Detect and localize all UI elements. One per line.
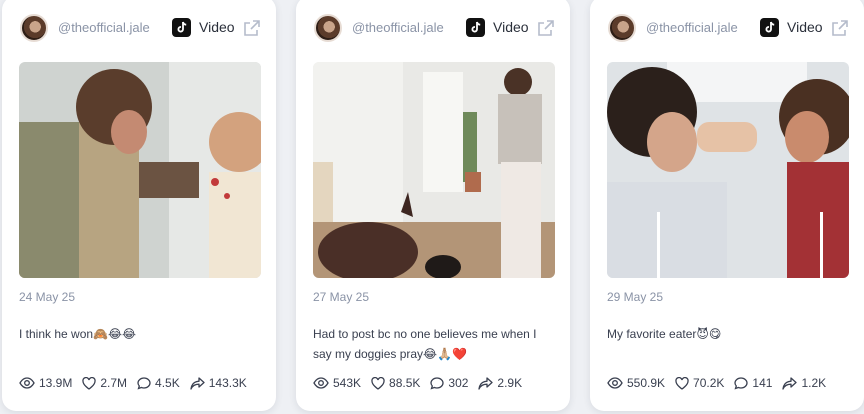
comments-stat: 141 — [734, 376, 772, 390]
external-link-icon[interactable] — [243, 19, 261, 37]
post-date: 24 May 25 — [19, 290, 76, 304]
tiktok-icon — [172, 18, 191, 37]
post-caption: Had to post bc no one believes me when I… — [313, 327, 537, 361]
shares-stat: 2.9K — [478, 376, 522, 390]
video-thumbnail[interactable] — [19, 62, 261, 278]
heart-icon — [675, 376, 689, 390]
username[interactable]: @theofficial.jale — [646, 20, 738, 35]
post-card[interactable]: @theofficial.jale Video 24 May 25 I thin… — [2, 0, 276, 411]
likes-stat: 70.2K — [675, 376, 724, 390]
comments-stat: 4.5K — [137, 376, 180, 390]
share-icon — [190, 376, 205, 390]
views-count: 550.9K — [627, 376, 666, 390]
post-type-label: Video — [199, 19, 235, 35]
shares-count: 143.3K — [208, 376, 247, 390]
likes-count: 2.7M — [100, 376, 128, 390]
tiktok-icon — [466, 18, 485, 37]
stats-row: 550.9K 70.2K 141 1.2K — [607, 376, 836, 390]
share-icon — [478, 376, 494, 390]
post-caption: I think he won🙈😂😂 — [19, 327, 137, 341]
card-header: @theofficial.jale Video — [590, 12, 864, 44]
stats-row: 543K 88.5K 302 2.9K — [313, 376, 532, 390]
comment-icon — [734, 376, 749, 390]
video-thumbnail[interactable] — [313, 62, 555, 278]
avatar[interactable] — [20, 14, 48, 42]
username[interactable]: @theofficial.jale — [58, 20, 150, 35]
avatar[interactable] — [608, 14, 636, 42]
card-header: @theofficial.jale Video — [2, 12, 276, 44]
comment-icon — [137, 376, 151, 390]
share-icon — [782, 376, 798, 390]
comments-count: 141 — [752, 376, 773, 390]
post-type-label: Video — [493, 19, 529, 35]
post-date: 29 May 25 — [607, 290, 664, 304]
heart-icon — [371, 376, 385, 390]
likes-count: 88.5K — [389, 376, 421, 390]
comment-icon — [430, 376, 445, 390]
views-stat: 13.9M — [19, 376, 72, 390]
comments-count: 4.5K — [155, 376, 180, 390]
views-count: 543K — [333, 376, 362, 390]
external-link-icon[interactable] — [537, 19, 555, 37]
tiktok-icon — [760, 18, 779, 37]
likes-count: 70.2K — [693, 376, 725, 390]
shares-stat: 1.2K — [782, 376, 826, 390]
avatar[interactable] — [314, 14, 342, 42]
likes-stat: 2.7M — [82, 376, 127, 390]
comments-count: 302 — [448, 376, 469, 390]
eye-icon — [313, 377, 329, 389]
eye-icon — [607, 377, 623, 389]
post-card[interactable]: @theofficial.jale Video 27 May 25 Had to… — [296, 0, 570, 411]
shares-count: 1.2K — [801, 376, 827, 390]
shares-stat: 143.3K — [190, 376, 247, 390]
card-header: @theofficial.jale Video — [296, 12, 570, 44]
post-caption: My favorite eater😈😋 — [607, 327, 722, 341]
heart-icon — [82, 376, 97, 390]
post-type-label: Video — [787, 19, 823, 35]
shares-count: 2.9K — [497, 376, 523, 390]
comments-stat: 302 — [430, 376, 468, 390]
views-count: 13.9M — [39, 376, 73, 390]
external-link-icon[interactable] — [831, 19, 849, 37]
views-stat: 550.9K — [607, 376, 665, 390]
post-date: 27 May 25 — [313, 290, 370, 304]
likes-stat: 88.5K — [371, 376, 420, 390]
video-thumbnail[interactable] — [607, 62, 849, 278]
views-stat: 543K — [313, 376, 361, 390]
username[interactable]: @theofficial.jale — [352, 20, 444, 35]
post-card[interactable]: @theofficial.jale Video 29 May 25 My fav… — [590, 0, 864, 411]
stats-row: 13.9M 2.7M 4.5K 143.3K — [19, 376, 257, 390]
eye-icon — [19, 377, 35, 389]
